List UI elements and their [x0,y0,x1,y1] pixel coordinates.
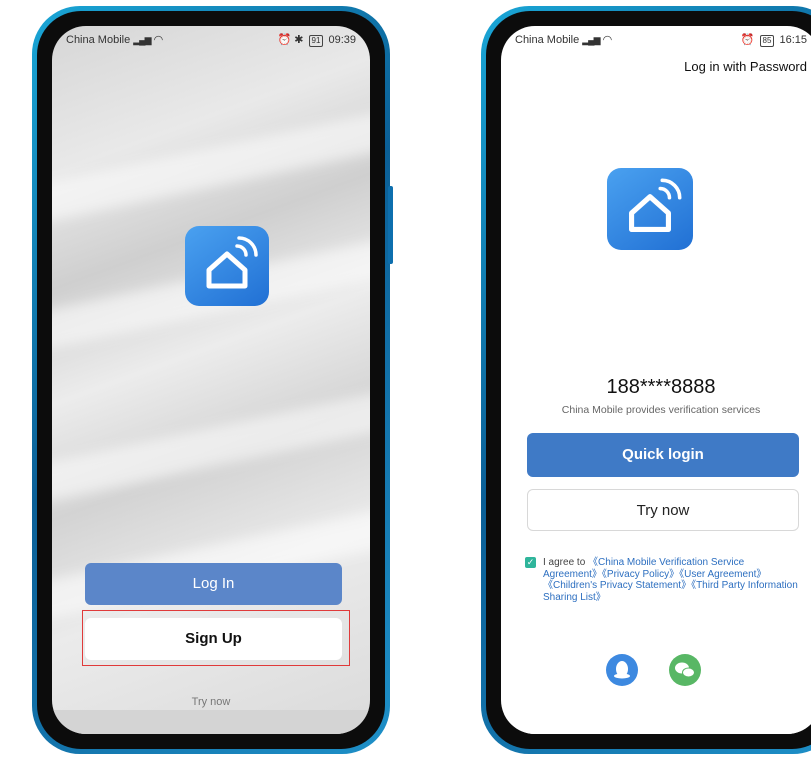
masked-phone-number: 188****8888 [606,376,716,398]
wifi-icon: ◠ [602,34,613,46]
carrier-verification-note: China Mobile provides verification servi… [561,404,761,416]
left-phone-bezel: China Mobile ▂▄▆ ◠ ⏰ ✱ 91 09:39 Log In S… [37,11,385,749]
signal-icon: ▂▄▆ [133,35,151,45]
right-phone-screen: China Mobile ▂▄▆ ◠ ⏰ 85 16:15 Log in wit… [501,26,811,734]
volume-button [388,186,393,264]
carrier-label: China Mobile [66,34,131,46]
battery-icon: 85 [759,35,775,47]
navigation-bar [52,710,370,734]
try-now-link[interactable]: Try now [52,696,370,708]
clock: 09:39 [328,34,356,46]
quick-login-button[interactable]: Quick login [527,433,799,477]
agreement-prefix: I agree to [543,557,589,568]
checkbox-icon[interactable]: ✓ [525,557,536,568]
carrier-label: China Mobile [515,34,580,46]
wechat-icon[interactable] [669,654,701,686]
battery-icon: 91 [308,35,324,47]
clock: 16:15 [779,34,807,46]
alarm-icon: ⏰ [277,34,292,46]
signal-icon: ▂▄▆ [582,35,600,45]
bluetooth-icon: ✱ [294,34,304,46]
alarm-icon: ⏰ [740,34,755,46]
login-with-password-link[interactable]: Log in with Password [684,59,807,74]
login-button[interactable]: Log In [85,563,342,605]
right-phone-bezel: China Mobile ▂▄▆ ◠ ⏰ 85 16:15 Log in wit… [486,11,811,749]
smart-home-logo-icon [607,168,693,250]
qq-icon[interactable] [606,654,638,686]
try-now-button[interactable]: Try now [527,489,799,531]
smart-home-logo-icon [185,226,269,306]
wifi-icon: ◠ [153,34,164,46]
left-phone-screen: China Mobile ▂▄▆ ◠ ⏰ ✱ 91 09:39 Log In S… [52,26,370,734]
left-phone-frame: China Mobile ▂▄▆ ◠ ⏰ ✱ 91 09:39 Log In S… [32,6,393,754]
navigation-bar [501,714,811,734]
agreement-text: ✓ I agree to 《China Mobile Verification … [525,557,799,603]
signup-button[interactable]: Sign Up [85,618,342,660]
right-phone-frame: China Mobile ▂▄▆ ◠ ⏰ 85 16:15 Log in wit… [481,6,811,754]
status-bar: China Mobile ▂▄▆ ◠ ⏰ ✱ 91 09:39 [52,26,370,52]
status-bar: China Mobile ▂▄▆ ◠ ⏰ 85 16:15 [501,26,811,52]
